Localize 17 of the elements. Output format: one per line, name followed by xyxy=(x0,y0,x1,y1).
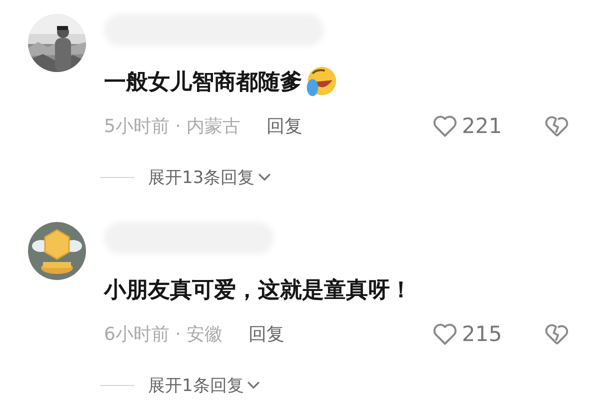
badge-icon[interactable] xyxy=(28,222,86,280)
reply-button[interactable]: 回复 xyxy=(266,114,303,138)
chevron-down-icon xyxy=(258,172,271,182)
broken-heart-icon[interactable] xyxy=(544,321,570,347)
heart-icon[interactable] xyxy=(432,321,458,347)
expand-replies-button[interactable]: 展开13条回复 xyxy=(148,166,271,188)
chevron-down-icon xyxy=(246,380,260,390)
broken-heart-icon[interactable] xyxy=(544,113,570,139)
expand-replies-button[interactable]: 展开1条回复 xyxy=(148,374,260,396)
heart-icon[interactable] xyxy=(432,113,458,139)
like-count: 221 xyxy=(462,114,502,138)
time-location: 6小时前 · 安徽 xyxy=(104,323,223,346)
comment-text: 一般女儿智商都随爹 xyxy=(104,69,302,97)
comment-text: 小朋友真可爱，这就是童真呀！ xyxy=(104,276,412,305)
like-count: 215 xyxy=(462,322,502,346)
reply-button[interactable]: 回复 xyxy=(248,322,285,346)
time-location: 5小时前 · 内蒙古 xyxy=(104,115,241,138)
